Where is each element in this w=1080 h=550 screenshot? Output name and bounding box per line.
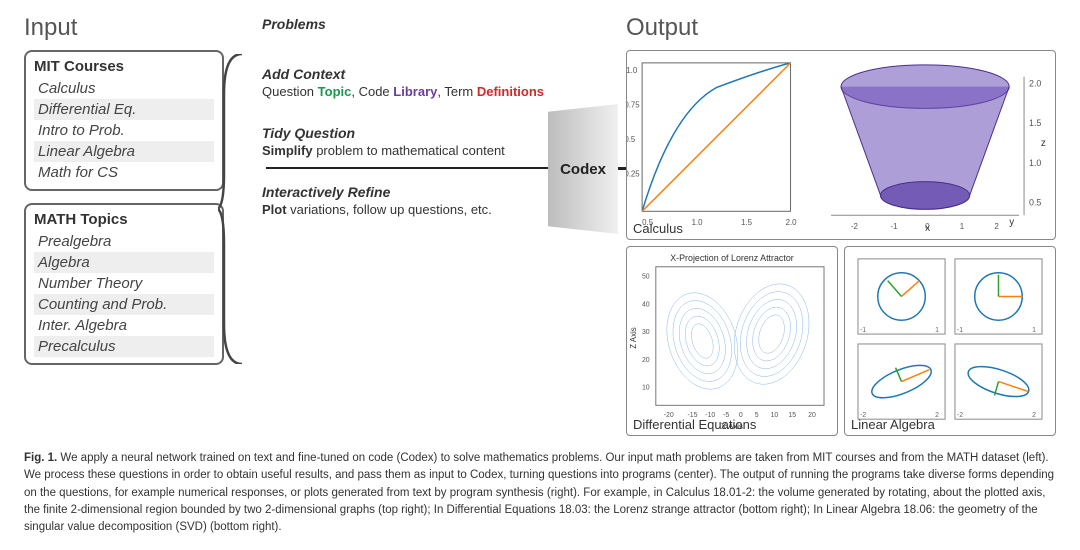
- caption-lead: Fig. 1.: [24, 452, 57, 464]
- output-column: Output 0.5 1.0 1.5 2.0: [626, 14, 1056, 436]
- math-topics-title: MATH Topics: [34, 211, 214, 228]
- svg-text:30: 30: [642, 329, 650, 336]
- math-topics-box: MATH Topics Prealgebra Algebra Number Th…: [24, 203, 224, 365]
- columns: Input MIT Courses Calculus Differential …: [24, 14, 1056, 436]
- text: , Term: [437, 84, 477, 99]
- svg-text:-2: -2: [957, 412, 963, 419]
- add-context-heading: Add Context: [262, 66, 612, 82]
- text: Question: [262, 84, 318, 99]
- list-item: Inter. Algebra: [34, 315, 214, 336]
- svg-text:-1: -1: [890, 222, 898, 231]
- svg-text:-1: -1: [957, 327, 963, 334]
- lorenz-plot-cell: X-Projection of Lorenz Attractor: [626, 246, 838, 436]
- calculus-label: Calculus: [633, 221, 683, 236]
- caption-text: We apply a neural network trained on tex…: [24, 452, 1054, 533]
- svg-text:2: 2: [1032, 412, 1036, 419]
- mit-courses-box: MIT Courses Calculus Differential Eq. In…: [24, 50, 224, 191]
- svg-text:0.25: 0.25: [627, 170, 640, 179]
- list-item: Differential Eq.: [34, 99, 214, 120]
- svg-text:X-Projection of Lorenz Attract: X-Projection of Lorenz Attractor: [670, 253, 794, 263]
- text-bold: Plot: [262, 202, 287, 217]
- svg-text:y: y: [1009, 217, 1014, 228]
- text: problem to mathematical content: [313, 143, 505, 158]
- svd-plot-cell: -1 1 -1 1: [844, 246, 1056, 436]
- list-item: Math for CS: [34, 162, 214, 183]
- svg-text:10: 10: [642, 384, 650, 391]
- svg-text:1: 1: [960, 222, 965, 231]
- text: variations, follow up questions, etc.: [287, 202, 492, 217]
- svg-text:-1: -1: [860, 327, 866, 334]
- svg-text:-2: -2: [851, 222, 858, 231]
- list-item: Number Theory: [34, 273, 214, 294]
- svg-text:2: 2: [994, 222, 998, 231]
- codex-shape-icon: Codex: [548, 104, 618, 234]
- svg-text:2.0: 2.0: [786, 218, 798, 227]
- list-item: Precalculus: [34, 336, 214, 357]
- svg-text:0.75: 0.75: [627, 100, 640, 109]
- svg-text:1.0: 1.0: [627, 66, 638, 75]
- svg-text:50: 50: [642, 274, 650, 281]
- svg-text:0: 0: [925, 222, 930, 231]
- arrow-to-codex: [266, 164, 562, 172]
- pipeline-column: Problems Add Context Question Topic, Cod…: [238, 14, 612, 436]
- svg-text:1.5: 1.5: [741, 218, 753, 227]
- svg-text:20: 20: [808, 412, 816, 419]
- brace-icon: [218, 54, 248, 364]
- svg-text:10: 10: [771, 412, 779, 419]
- calculus-plot-icon: 0.5 1.0 1.5 2.0 0.25 0.5 0.75 1.0: [627, 51, 1055, 239]
- codex-label: Codex: [560, 161, 606, 178]
- mit-courses-title: MIT Courses: [34, 58, 214, 75]
- topic-word: Topic: [318, 84, 352, 99]
- svg-text:2: 2: [935, 412, 939, 419]
- svg-text:0.5: 0.5: [627, 135, 636, 144]
- problems-heading: Problems: [262, 16, 612, 32]
- svg-text:1: 1: [935, 327, 939, 334]
- svg-text:2.0: 2.0: [1029, 79, 1041, 89]
- figure-caption: Fig. 1. We apply a neural network traine…: [24, 450, 1056, 536]
- list-item: Prealgebra: [34, 231, 214, 252]
- svg-text:15: 15: [788, 412, 796, 419]
- output-grid: 0.5 1.0 1.5 2.0 0.25 0.5 0.75 1.0: [626, 50, 1056, 436]
- svg-text:z: z: [1041, 138, 1046, 149]
- svg-text:Z Axis: Z Axis: [629, 327, 638, 349]
- text-bold: Simplify: [262, 143, 313, 158]
- de-label: Differential Equations: [633, 417, 756, 432]
- figure-container: Input MIT Courses Calculus Differential …: [0, 0, 1080, 550]
- la-label: Linear Algebra: [851, 417, 935, 432]
- calculus-plot-cell: 0.5 1.0 1.5 2.0 0.25 0.5 0.75 1.0: [626, 50, 1056, 240]
- output-heading: Output: [626, 14, 1056, 42]
- list-item: Calculus: [34, 78, 214, 99]
- arrow-line-icon: [266, 167, 556, 169]
- svg-text:0.5: 0.5: [1029, 197, 1041, 207]
- svg-text:1.0: 1.0: [692, 218, 704, 227]
- definitions-word: Definitions: [477, 84, 544, 99]
- list-item: Algebra: [34, 252, 214, 273]
- list-item: Intro to Prob.: [34, 120, 214, 141]
- lorenz-plot-icon: X-Projection of Lorenz Attractor: [627, 247, 837, 435]
- list-item: Linear Algebra: [34, 141, 214, 162]
- svg-text:20: 20: [642, 357, 650, 364]
- svd-plot-icon: -1 1 -1 1: [845, 247, 1055, 435]
- input-column: Input MIT Courses Calculus Differential …: [24, 14, 224, 436]
- input-heading: Input: [24, 14, 224, 42]
- svg-text:40: 40: [642, 301, 650, 308]
- text: , Code: [351, 84, 393, 99]
- list-item: Counting and Prob.: [34, 294, 214, 315]
- svg-text:1.0: 1.0: [1029, 158, 1041, 168]
- library-word: Library: [393, 84, 437, 99]
- svg-text:1.5: 1.5: [1029, 118, 1041, 128]
- codex-block: Codex: [548, 104, 618, 234]
- add-context-text: Question Topic, Code Library, Term Defin…: [262, 84, 612, 99]
- svg-text:1: 1: [1032, 327, 1036, 334]
